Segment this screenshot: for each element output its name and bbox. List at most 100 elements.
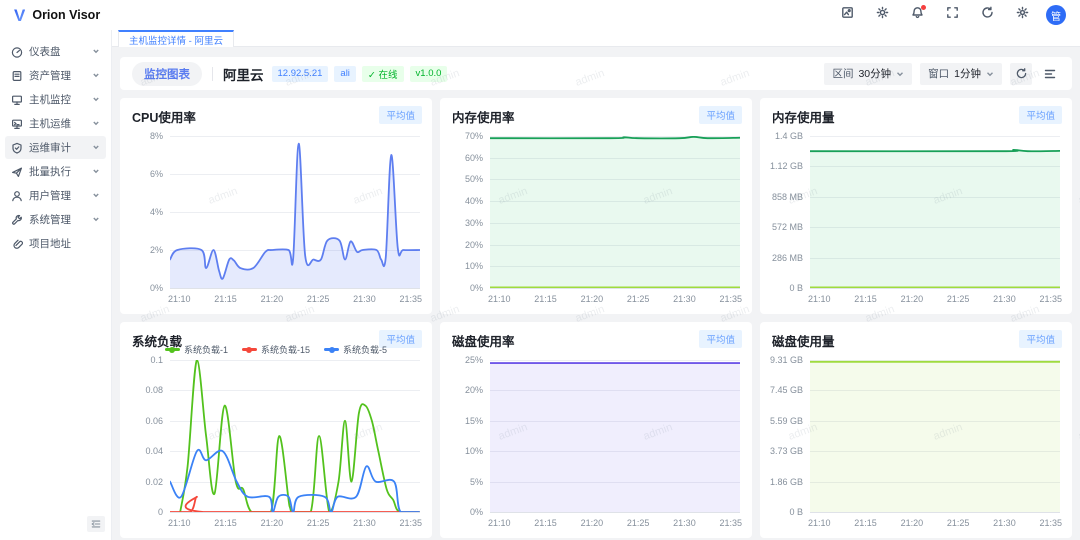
tab-monitor-charts[interactable]: 监控图表 <box>132 62 202 86</box>
x-axis-label: 21:20 <box>901 294 924 304</box>
y-axis-label: 858 MB <box>760 192 803 202</box>
chart-title: 内存使用率 <box>452 107 515 126</box>
chart-card-mem-amount: 内存使用量平均值0 B286 MB572 MB858 MB1.12 GB1.4 … <box>760 98 1072 314</box>
y-axis-label: 1.4 GB <box>760 131 803 141</box>
fullscreen-button[interactable] <box>941 4 963 26</box>
sidebar-item-host-monitor[interactable]: 主机监控 <box>5 88 106 111</box>
user-avatar[interactable]: 管 <box>1046 5 1066 25</box>
sidebar-item-label: 主机监控 <box>29 92 92 107</box>
breadcrumb-tab[interactable]: 主机监控详情 - 阿里云 <box>118 30 234 47</box>
x-axis-label: 21:30 <box>993 518 1016 528</box>
x-axis-label: 21:35 <box>1039 518 1062 528</box>
chevron-down-icon <box>92 70 100 82</box>
chevron-down-icon <box>92 166 100 178</box>
sidebar-item-system[interactable]: 系统管理 <box>5 208 106 231</box>
x-axis-label: 21:30 <box>673 518 696 528</box>
logo-icon: V <box>14 7 25 24</box>
refresh-button[interactable] <box>976 4 998 26</box>
interval-select[interactable]: 区间 30分钟 <box>824 63 912 85</box>
x-axis-label: 21:25 <box>947 294 970 304</box>
chart-card-disk-amount: 磁盘使用量平均值0 B1.86 GB3.73 GB5.59 GB7.45 GB9… <box>760 322 1072 538</box>
sidebar: 仪表盘资产管理主机监控主机运维运维审计批量执行用户管理系统管理项目地址 <box>0 30 112 540</box>
x-axis-label: 21:25 <box>627 294 650 304</box>
legend-item[interactable]: 系统负载-15 <box>242 343 310 356</box>
y-axis-label: 0.02 <box>120 477 163 487</box>
topbar: V Orion Visor 管 <box>0 0 1080 30</box>
aggregation-badge: 平均值 <box>699 330 742 348</box>
dashboard-icon <box>11 46 23 58</box>
host-tag: 12.92.5.21 <box>272 66 329 82</box>
sidebar-item-label: 系统管理 <box>29 212 92 227</box>
chart-card-load: 系统负载平均值00.020.040.060.080.121:1021:1521:… <box>120 322 432 538</box>
app-logo: V Orion Visor <box>0 7 112 24</box>
aggregation-badge: 平均值 <box>379 106 422 124</box>
sidebar-collapse-button[interactable] <box>87 516 105 532</box>
window-value: 1分钟 <box>954 66 981 81</box>
theme-button[interactable] <box>871 4 893 26</box>
y-axis-label: 10% <box>440 261 483 271</box>
chart-plot-cpu <box>170 136 420 288</box>
y-axis-label: 4% <box>120 207 163 217</box>
x-axis-label: 21:20 <box>581 518 604 528</box>
chart-title: 磁盘使用率 <box>452 331 515 350</box>
chart-plot-mem-amount <box>810 136 1060 288</box>
legend-label: 系统负载-5 <box>343 343 387 356</box>
legend-item[interactable]: 系统负载-1 <box>165 343 228 356</box>
screenshot-button[interactable] <box>836 4 858 26</box>
legend-marker-icon <box>242 348 257 351</box>
sidebar-item-label: 主机运维 <box>29 116 92 131</box>
refresh-icon <box>1016 68 1027 79</box>
chart-grid: CPU使用率平均值0%2%4%6%8%21:1021:1521:2021:252… <box>120 98 1072 538</box>
refresh-charts-button[interactable] <box>1010 63 1032 85</box>
chart-title: CPU使用率 <box>132 107 196 126</box>
sidebar-item-assets[interactable]: 资产管理 <box>5 64 106 87</box>
y-axis-label: 0% <box>440 507 483 517</box>
window-select[interactable]: 窗口 1分钟 <box>920 63 1002 85</box>
window-label: 窗口 <box>928 66 949 81</box>
notification-button[interactable] <box>906 4 928 26</box>
refresh-icon <box>981 6 994 24</box>
legend-item[interactable]: 系统负载-5 <box>324 343 387 356</box>
chart-card-cpu: CPU使用率平均值0%2%4%6%8%21:1021:1521:2021:252… <box>120 98 432 314</box>
y-axis-label: 9.31 GB <box>760 355 803 365</box>
chart-legend: 系统负载-1 系统负载-15 系统负载-5 <box>120 343 432 356</box>
chevron-down-icon <box>896 70 904 78</box>
host-tag: ali <box>334 66 356 82</box>
legend-marker-icon <box>324 348 339 351</box>
menu-icon <box>1044 68 1056 80</box>
sidebar-item-link[interactable]: 项目地址 <box>5 232 106 255</box>
y-axis-label: 2% <box>120 245 163 255</box>
sidebar-item-batch[interactable]: 批量执行 <box>5 160 106 183</box>
link-icon <box>11 238 23 250</box>
sidebar-item-users[interactable]: 用户管理 <box>5 184 106 207</box>
sidebar-item-audit[interactable]: 运维审计 <box>5 136 106 159</box>
settings-icon <box>1016 6 1029 24</box>
y-axis-label: 6% <box>120 169 163 179</box>
batch-icon <box>11 166 23 178</box>
x-axis-label: 21:15 <box>214 294 237 304</box>
y-axis-label: 3.73 GB <box>760 446 803 456</box>
chart-title: 内存使用量 <box>772 107 835 126</box>
topbar-actions: 管 <box>836 4 1080 26</box>
x-axis-label: 21:15 <box>854 518 877 528</box>
chart-layout-button[interactable] <box>1040 63 1060 85</box>
menu-fold-icon <box>91 519 101 529</box>
aggregation-badge: 平均值 <box>1019 330 1062 348</box>
x-axis-label: 21:20 <box>261 518 284 528</box>
x-axis-label: 21:35 <box>719 294 742 304</box>
x-axis-label: 21:30 <box>353 518 376 528</box>
y-axis-label: 0 B <box>760 283 803 293</box>
chevron-down-icon <box>92 214 100 226</box>
y-axis-label: 50% <box>440 174 483 184</box>
interval-label: 区间 <box>832 66 853 81</box>
chevron-down-icon <box>92 190 100 202</box>
system-icon <box>11 214 23 226</box>
x-axis-label: 21:15 <box>534 294 557 304</box>
chevron-down-icon <box>986 70 994 78</box>
y-axis-label: 0.1 <box>120 355 163 365</box>
sidebar-item-host-ops[interactable]: 主机运维 <box>5 112 106 135</box>
sidebar-item-label: 用户管理 <box>29 188 92 203</box>
settings-button[interactable] <box>1011 4 1033 26</box>
sidebar-item-dashboard[interactable]: 仪表盘 <box>5 40 106 63</box>
x-axis-label: 21:20 <box>581 294 604 304</box>
